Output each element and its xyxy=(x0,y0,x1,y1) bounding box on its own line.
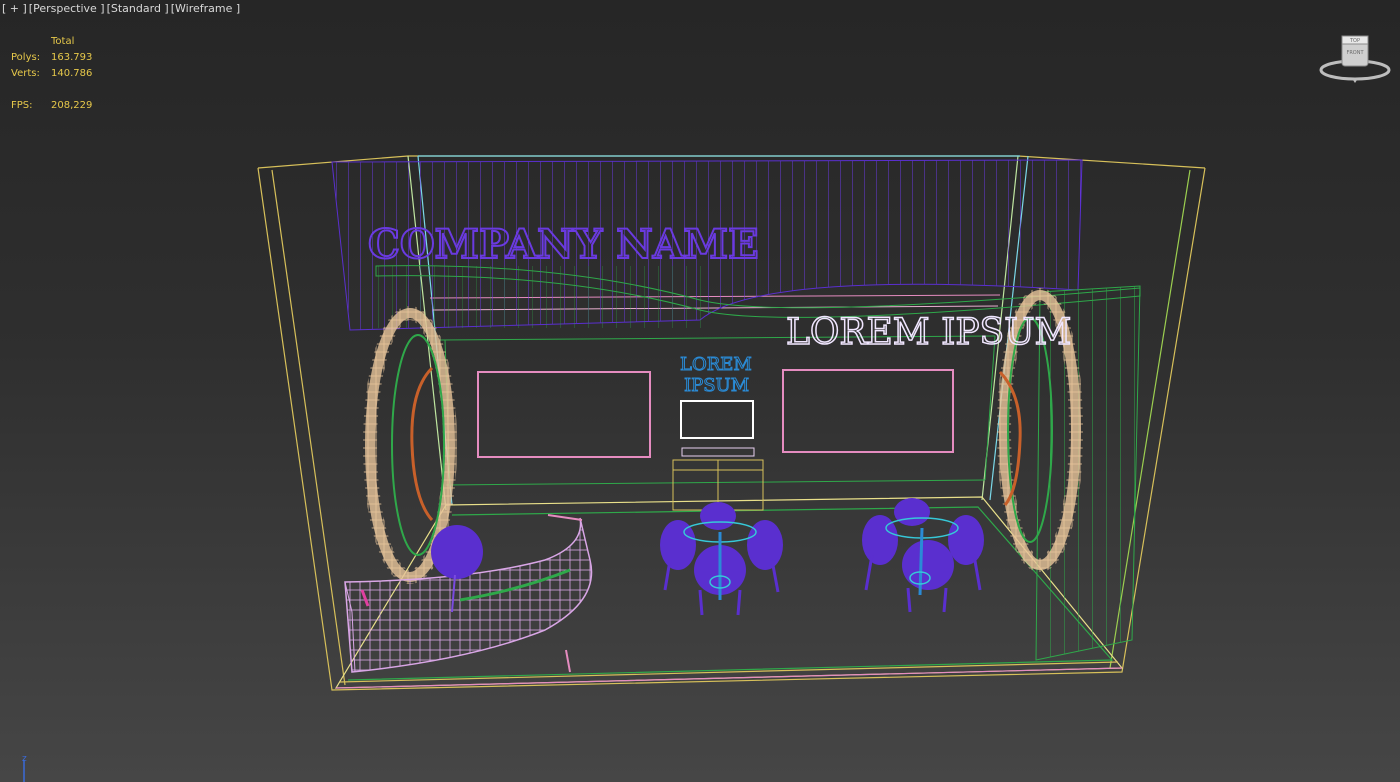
company-name-sign: COMPANY NAME xyxy=(368,221,759,268)
viewcube-home-icon xyxy=(1353,80,1357,83)
center-monitor xyxy=(680,400,754,439)
z-axis-label: z xyxy=(22,754,27,764)
lorem-ipsum-sign: LOREM IPSUM xyxy=(786,312,1071,353)
viewcube-front-label: FRONT xyxy=(1346,50,1364,56)
wireframe-scene[interactable]: COMPANY NAME LOREM IPSUM LOREM IPSUM xyxy=(0,0,1400,782)
left-screen xyxy=(477,371,651,458)
viewcube-top-label: TOP xyxy=(1349,38,1360,44)
table-set-2 xyxy=(862,498,984,613)
center-logo-line1: LOREM xyxy=(680,354,752,375)
axis-tripod: z xyxy=(22,754,27,782)
center-logo-line2: IPSUM xyxy=(684,375,749,396)
right-screen xyxy=(782,369,954,453)
viewcube[interactable]: TOP FRONT xyxy=(1317,30,1392,88)
table-set-1 xyxy=(660,502,783,616)
